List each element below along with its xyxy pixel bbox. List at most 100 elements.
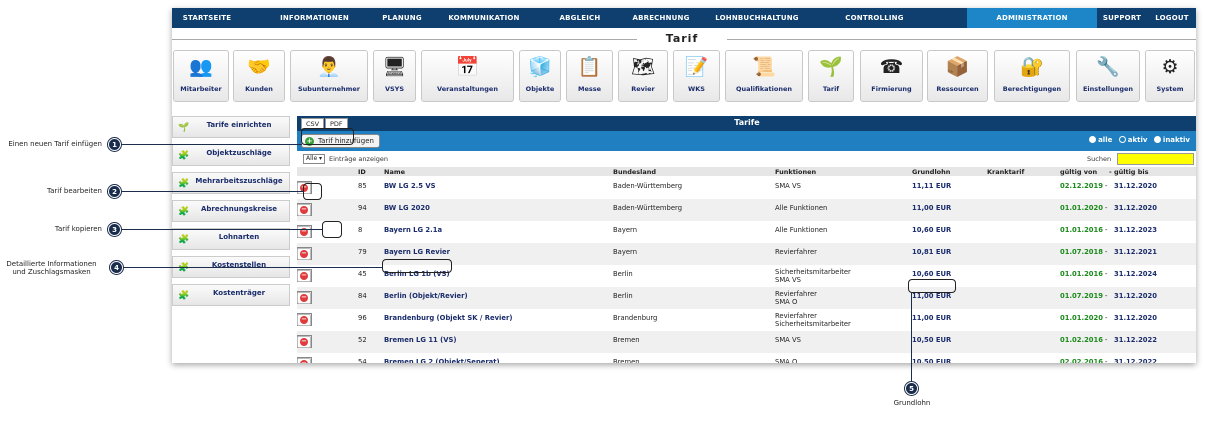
delete-button[interactable]: − xyxy=(297,314,311,326)
nav-item-abrechnung[interactable]: ABRECHNUNG xyxy=(622,8,700,28)
minus-icon: − xyxy=(300,205,308,214)
tile-tarif[interactable]: 🌱 Tarif xyxy=(808,50,854,102)
tile-system[interactable]: ⚙ System xyxy=(1145,50,1195,102)
cell-grundlohn: 10,50 EUR xyxy=(912,336,952,344)
cell-name[interactable]: Bremen LG 2 (Objekt/Seperat) xyxy=(384,358,500,363)
nav-item-informationen[interactable]: INFORMATIONEN xyxy=(262,8,367,28)
sidebar-item-4[interactable]: 🧩 Lohnarten xyxy=(172,228,290,250)
nav-item-controlling[interactable]: CONTROLLING xyxy=(812,8,937,28)
sidebar-item-1[interactable]: 🧩 Objektzuschläge xyxy=(172,144,290,166)
cell-funktionen: SMA O xyxy=(775,358,797,363)
table-row[interactable]: ✏⧉52Bremen LG 11 (VS)BremenSMA VS10,50 E… xyxy=(297,331,1196,353)
col-gueltig-bis[interactable]: - gültig bis xyxy=(1109,168,1148,176)
tile-kunden[interactable]: 🤝 Kunden xyxy=(233,50,285,102)
delete-button[interactable]: − xyxy=(297,358,311,363)
cell-name[interactable]: Berlin (Objekt/Revier) xyxy=(384,292,468,300)
sidebar-item-6[interactable]: 🧩 Kostenträger xyxy=(172,284,290,306)
tile-revier[interactable]: 🗺 Revier xyxy=(618,50,668,102)
col-grundlohn[interactable]: Grundlohn xyxy=(912,168,950,176)
cell-bundesland: Baden-Württemberg xyxy=(613,204,683,212)
annotation-3-text: Tarif kopieren xyxy=(54,225,102,233)
cell-name[interactable]: Brandenburg (Objekt SK / Revier) xyxy=(384,314,512,322)
status-filter: alle aktiv inaktiv xyxy=(1085,136,1190,144)
radio-alle[interactable] xyxy=(1089,136,1097,143)
nav-item-logout[interactable]: LOGOUT xyxy=(1152,8,1192,28)
tile-objekte[interactable]: 🧊 Objekte xyxy=(519,50,561,102)
radio-inaktiv[interactable] xyxy=(1153,136,1161,143)
cell-bundesland: Brandenburg xyxy=(613,314,658,322)
cell-id: 79 xyxy=(358,248,367,256)
minus-icon: − xyxy=(300,337,308,346)
nav-item-startseite[interactable]: STARTSEITE xyxy=(172,8,242,28)
annotation-2-text: Tarif bearbeiten xyxy=(46,187,102,195)
delete-button[interactable]: − xyxy=(297,248,311,260)
search-input[interactable] xyxy=(1117,153,1194,165)
tile-subunternehmer[interactable]: 👨‍💼 Subunternehmer xyxy=(290,50,368,102)
tile-veranstaltungen[interactable]: 📅 Veranstaltungen xyxy=(421,50,514,102)
cell-bundesland: Bayern xyxy=(613,248,638,256)
table-row[interactable]: ✏⧉8Bayern LG 2.1aBayernAlle Funktionen10… xyxy=(297,221,1196,243)
table-row[interactable]: ✏⧉96Brandenburg (Objekt SK / Revier)Bran… xyxy=(297,309,1196,331)
cell-name[interactable]: BW LG 2.5 VS xyxy=(384,182,436,190)
tile-qualifikationen[interactable]: 📜 Qualifikationen xyxy=(725,50,803,102)
tile-firmierung[interactable]: ☎ Firmierung xyxy=(860,50,923,102)
cell-name[interactable]: Bayern LG Revier xyxy=(384,248,450,256)
cell-gueltig-bis: 31.12.2020 xyxy=(1114,314,1157,322)
tile-ressourcen[interactable]: 📦 Ressourcen xyxy=(927,50,988,102)
nav-item-administration[interactable]: ADMINISTRATION xyxy=(967,8,1097,28)
table-row[interactable]: ✏⧉85BW LG 2.5 VSBaden-WürttembergSMA VS1… xyxy=(297,177,1196,199)
annotation-1-line xyxy=(122,144,302,145)
table-row[interactable]: ✏⧉84Berlin (Objekt/Revier)BerlinRevierfa… xyxy=(297,287,1196,309)
cell-grundlohn: 10,60 EUR xyxy=(912,226,952,234)
phone-icon: ☎ xyxy=(879,56,904,78)
nav-item-planung[interactable]: PLANUNG xyxy=(367,8,437,28)
col-id[interactable]: ID xyxy=(358,168,366,176)
delete-button[interactable]: − xyxy=(297,336,311,348)
tile-mitarbeiter[interactable]: 👥 Mitarbeiter xyxy=(173,50,229,102)
col-kranktarif[interactable]: Kranktarif xyxy=(987,168,1024,176)
funktion: Revierfahrer xyxy=(775,312,817,320)
certificate-icon: 📜 xyxy=(752,56,776,78)
cell-gueltig-von: 01.01.2016 xyxy=(1060,270,1103,278)
funktion: SMA O xyxy=(775,358,798,363)
tile-wks[interactable]: 📝 WKS xyxy=(673,50,720,102)
cell-gueltig-bis: 31.12.2022 xyxy=(1114,358,1157,363)
tile-berechtigungen[interactable]: 🔐 Berechtigungen xyxy=(994,50,1070,102)
module-icon-bar: 👥 Mitarbeiter 🤝 Kunden 👨‍💼 Subunternehmer 🖥 VSY… xyxy=(172,48,1196,106)
cell-id: 96 xyxy=(358,314,367,322)
table-row[interactable]: ✏⧉54Bremen LG 2 (Objekt/Seperat)BremenSM… xyxy=(297,353,1196,363)
tile-label: Qualifikationen xyxy=(736,85,792,93)
tile-vsys[interactable]: 🖥 VSYS xyxy=(373,50,416,102)
sidebar-item-label: Abrechnungskreise xyxy=(200,205,278,213)
col-name[interactable]: Name xyxy=(384,168,405,176)
cell-name[interactable]: BW LG 2020 xyxy=(384,204,430,212)
table-row[interactable]: ✏⧉94BW LG 2020Baden-WürttembergAlle Funk… xyxy=(297,199,1196,221)
sidebar-item-0[interactable]: 🌱 Tarife einrichten xyxy=(172,116,290,138)
nav-item-abgleich[interactable]: ABGLEICH xyxy=(538,8,622,28)
annotation-5-line xyxy=(911,293,912,382)
col-gueltig-von[interactable]: gültig von xyxy=(1060,168,1097,176)
page-size-select[interactable]: Alle ▾ xyxy=(303,154,325,164)
tile-messe[interactable]: 📋 Messe xyxy=(566,50,613,102)
nav-item-kommunikation[interactable]: KOMMUNIKATION xyxy=(434,8,534,28)
map-icon: 🗺 xyxy=(630,56,656,78)
nav-item-lohnbuchhaltung[interactable]: LOHNBUCHHALTUNG xyxy=(702,8,812,28)
tile-einstellungen[interactable]: 🔧 Einstellungen xyxy=(1076,50,1140,102)
col-bundesland[interactable]: Bundesland xyxy=(613,168,656,176)
section-title-row: Tarif xyxy=(172,32,1196,46)
cell-gueltig-bis: 31.12.2020 xyxy=(1114,292,1157,300)
cell-grundlohn: 10,60 EUR xyxy=(912,270,952,278)
sidebar-item-3[interactable]: 🧩 Abrechnungskreise xyxy=(172,200,290,222)
tile-label: WKS xyxy=(688,85,705,93)
col-funktionen[interactable]: Funktionen xyxy=(775,168,816,176)
delete-button[interactable]: − xyxy=(297,226,311,238)
cell-name[interactable]: Bremen LG 11 (VS) xyxy=(384,336,457,344)
cell-name[interactable]: Bayern LG 2.1a xyxy=(384,226,442,234)
delete-button[interactable]: − xyxy=(297,204,311,216)
radio-aktiv[interactable] xyxy=(1118,136,1126,143)
cell-gueltig-bis: 31.12.2024 xyxy=(1114,270,1157,278)
nav-item-support[interactable]: SUPPORT xyxy=(1092,8,1152,28)
tile-label: VSYS xyxy=(384,85,405,93)
delete-button[interactable]: − xyxy=(297,292,311,304)
delete-button[interactable]: − xyxy=(297,270,311,282)
